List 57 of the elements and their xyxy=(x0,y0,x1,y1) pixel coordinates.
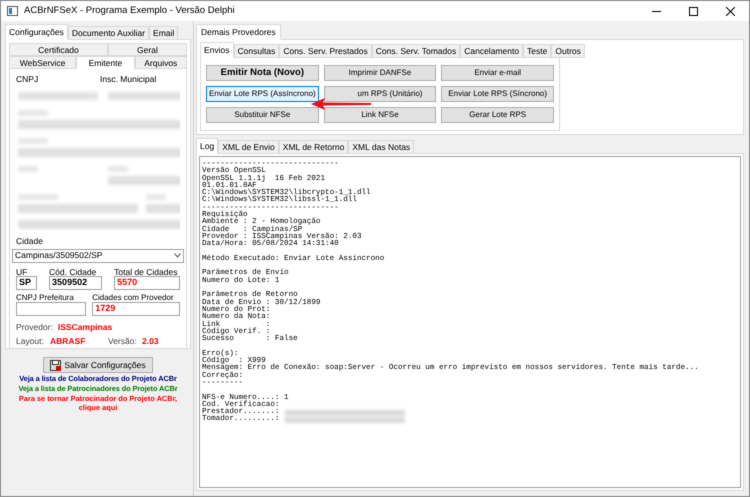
button[interactable]: Imprimir DANFSe xyxy=(324,65,436,81)
app-icon xyxy=(7,6,18,16)
button[interactable]: Substituir NFSe xyxy=(206,107,319,123)
field-label: Layout: xyxy=(16,335,45,348)
field-label: CNPJ xyxy=(16,73,40,86)
tab[interactable]: Consultas xyxy=(234,44,280,58)
button[interactable]: Enviar Lote RPS (Síncrono) xyxy=(441,86,554,102)
field-label: Cód. Cidade xyxy=(49,266,98,276)
button[interactable]: um RPS (Unitário) xyxy=(324,86,436,102)
input-field[interactable]: 5570 xyxy=(114,276,180,290)
tab[interactable]: Certificado xyxy=(9,43,108,56)
field-label: Versão: xyxy=(108,335,138,348)
field-label: Insc. Municipal xyxy=(100,73,156,86)
provider-value: ISSCampinas xyxy=(58,320,112,334)
version-value: 2.03 xyxy=(142,335,159,348)
chevron-down-icon xyxy=(174,253,181,258)
maximize-icon[interactable] xyxy=(689,6,698,16)
close-icon[interactable] xyxy=(726,6,735,16)
tab[interactable]: Arquivos xyxy=(134,56,187,69)
tab[interactable]: WebService xyxy=(9,56,76,69)
input-field[interactable]: 3509502 xyxy=(49,276,102,290)
field-label: UF xyxy=(16,266,28,276)
tab[interactable]: Email xyxy=(149,26,178,40)
tab[interactable]: Emitente xyxy=(76,56,135,69)
tab[interactable]: Demais Provedores xyxy=(196,24,281,40)
input-field[interactable]: 1729 xyxy=(92,302,180,316)
input-field[interactable]: SP xyxy=(16,276,38,290)
tab[interactable]: Log xyxy=(196,138,218,154)
window-title: ACBrNFSeX - Programa Exemplo - Versão Delphi xyxy=(24,4,235,18)
save-button[interactable]: Salvar Configurações xyxy=(43,357,153,373)
button[interactable]: Gerar Lote RPS xyxy=(441,107,554,123)
tab[interactable]: XML de Envio xyxy=(218,140,279,154)
field-label: Cidade xyxy=(16,234,44,248)
field-label: Cidades com Provedor xyxy=(92,292,175,302)
tab[interactable]: Cons. Serv. Tomados xyxy=(372,44,460,58)
field-label: CNPJ Prefeitura xyxy=(16,292,75,302)
button[interactable]: Emitir Nota (Novo) xyxy=(206,65,319,81)
tab[interactable]: Envios xyxy=(200,42,234,58)
tab[interactable]: Geral xyxy=(108,43,187,56)
button[interactable]: Link NFSe xyxy=(324,107,436,123)
button[interactable]: Enviar Lote RPS (Assíncrono) xyxy=(206,86,319,102)
layout-value: ABRASF xyxy=(50,335,86,348)
log-area[interactable] xyxy=(199,156,741,488)
tab[interactable]: Configurações xyxy=(5,24,68,40)
tab[interactable]: Teste xyxy=(523,44,552,58)
tab[interactable]: Documento Auxiliar xyxy=(68,26,150,40)
city-dropdown[interactable]: Campinas/3509502/SP xyxy=(12,248,184,262)
tab[interactable]: XML de Retorno xyxy=(278,140,348,154)
field-label: Total de Cidades xyxy=(114,266,178,276)
tab[interactable]: Outros xyxy=(551,44,585,58)
tab[interactable]: Cancelamento xyxy=(460,44,524,58)
pointer-arrow xyxy=(311,98,371,110)
button[interactable]: Enviar e-mail xyxy=(441,65,554,81)
field-label: Provedor: xyxy=(16,320,53,334)
input-field[interactable] xyxy=(16,302,86,316)
tab[interactable]: Cons. Serv. Prestados xyxy=(279,44,372,58)
tab[interactable]: XML das Notas xyxy=(348,140,414,154)
